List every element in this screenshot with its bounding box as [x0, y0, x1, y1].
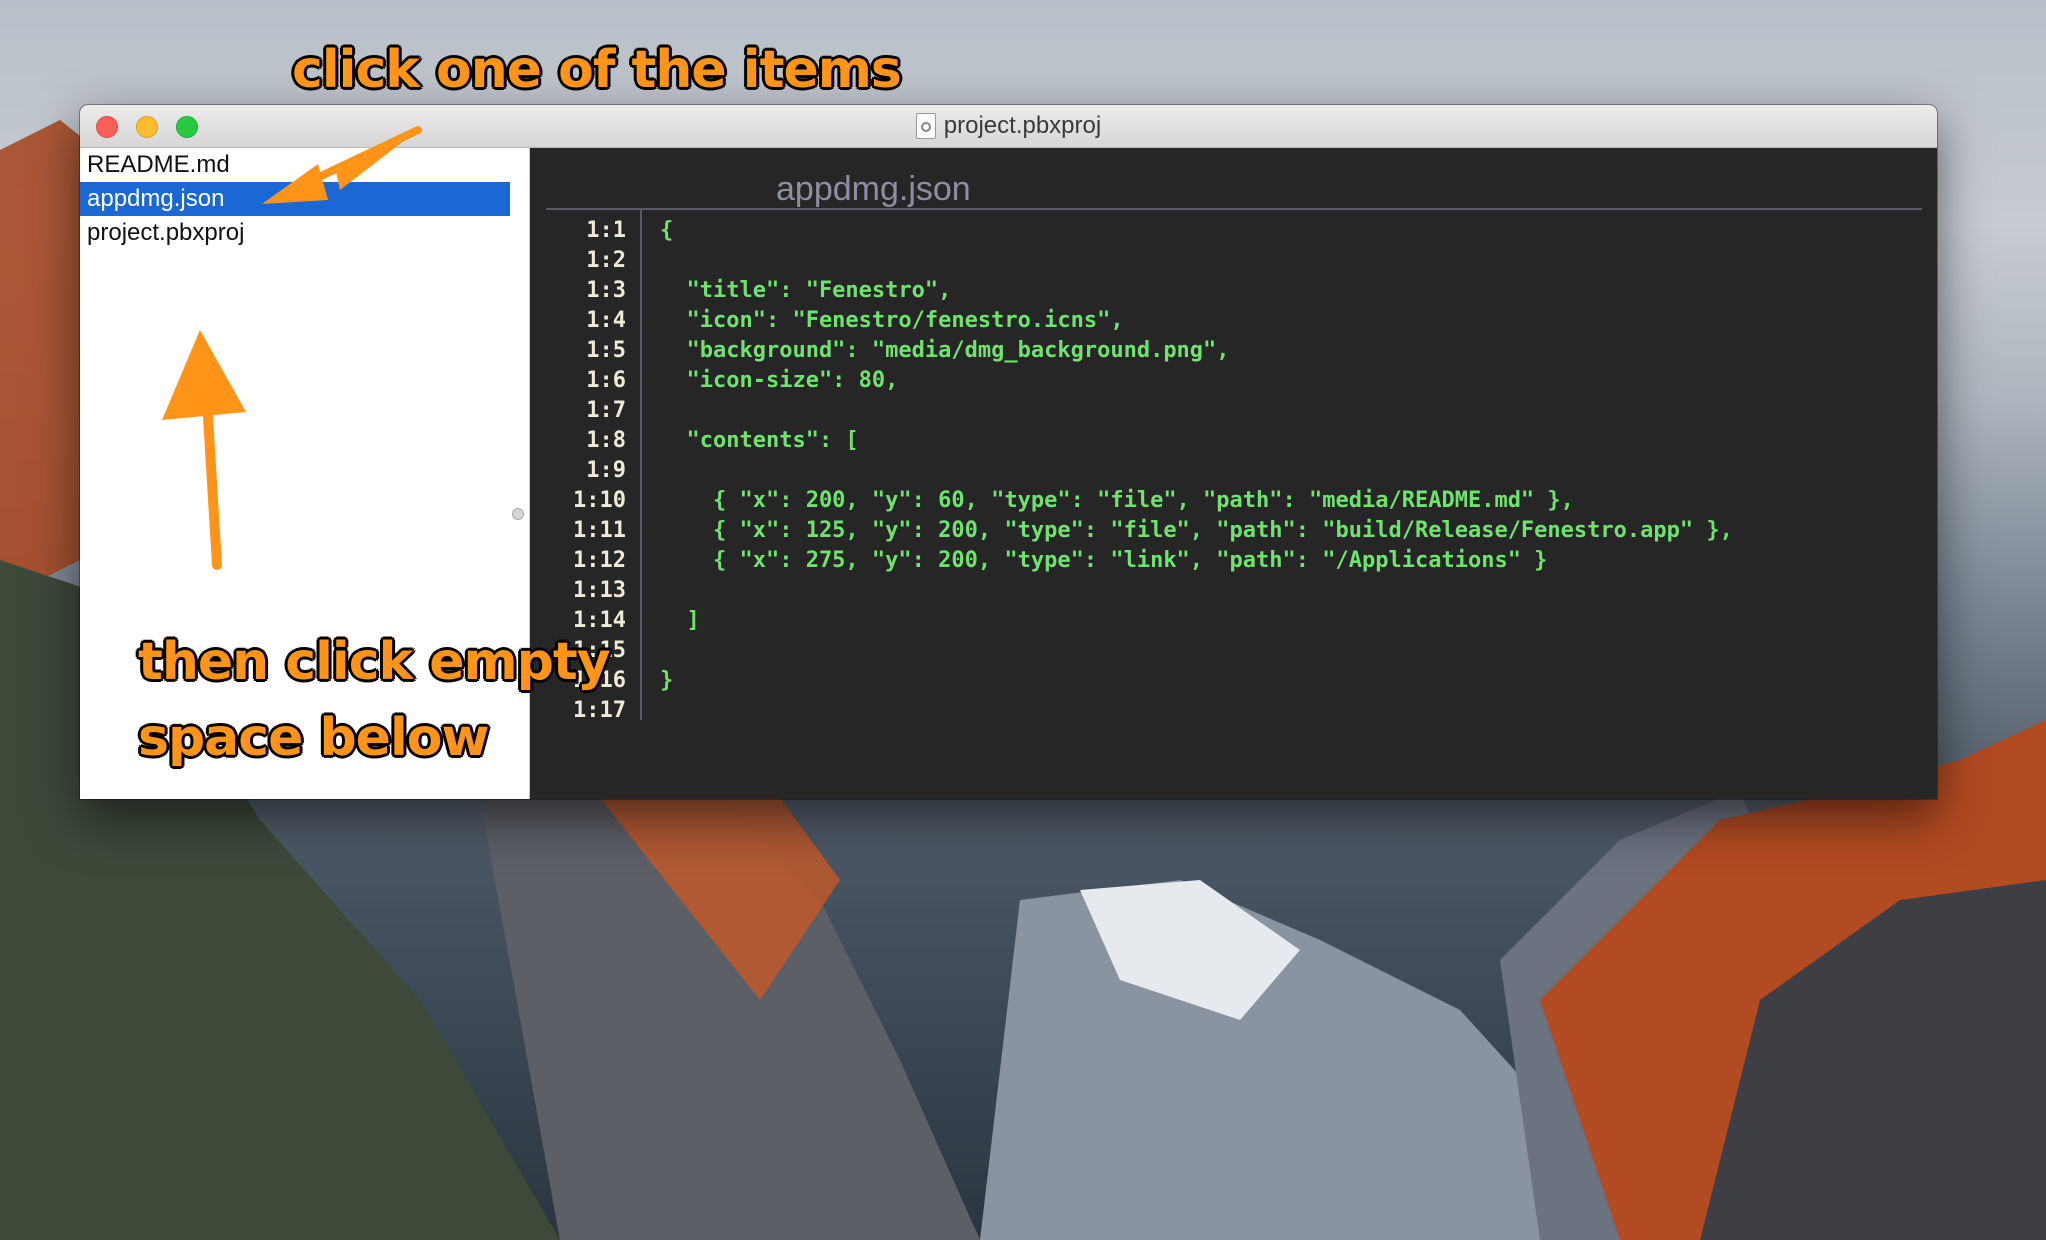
document-icon — [915, 113, 936, 139]
split-divider-handle[interactable] — [512, 508, 524, 520]
annotation-bottom-line2: space below — [138, 708, 490, 768]
line-number: 1:17 — [573, 698, 626, 723]
code-text: "background": "media/dmg_background.png"… — [660, 338, 1230, 363]
line-number: 1:6 — [586, 368, 626, 393]
title-bar: project.pbxproj — [80, 105, 1937, 148]
annotation-top: click one of the items — [292, 40, 902, 100]
line-number: 1:13 — [573, 578, 626, 603]
code-text: { "x": 200, "y": 60, "type": "file", "pa… — [660, 488, 1574, 513]
app-window: project.pbxproj README.md appdmg.json pr… — [80, 105, 1937, 799]
code-text: } — [660, 668, 674, 693]
line-number: 1:2 — [586, 248, 626, 273]
code-text: "contents": [ — [660, 428, 859, 453]
gutter-divider — [640, 210, 642, 720]
annotation-bottom-line1: then click empty — [138, 632, 611, 692]
line-number: 1:8 — [586, 428, 626, 453]
window-title: project.pbxproj — [943, 112, 1102, 139]
code-text: { "x": 275, "y": 200, "type": "link", "p… — [660, 548, 1548, 573]
code-text: "icon": "Fenestro/fenestro.icns", — [660, 308, 1124, 333]
code-text: "title": "Fenestro", — [660, 278, 952, 303]
line-number: 1:3 — [586, 278, 626, 303]
editor-filename: appdmg.json — [776, 170, 971, 208]
line-number: 1:4 — [586, 308, 626, 333]
line-number: 1:9 — [586, 458, 626, 483]
code-text: "icon-size": 80, — [660, 368, 899, 393]
title-group: project.pbxproj — [80, 105, 1937, 147]
line-number: 1:7 — [586, 398, 626, 423]
line-number: 1:11 — [573, 518, 626, 543]
line-number: 1:10 — [573, 488, 626, 513]
header-divider — [546, 208, 1922, 210]
line-number: 1:5 — [586, 338, 626, 363]
file-item-appdmg[interactable]: appdmg.json — [80, 182, 510, 216]
code-text: { "x": 125, "y": 200, "type": "file", "p… — [660, 518, 1733, 543]
file-item-readme[interactable]: README.md — [80, 148, 510, 182]
code-text: ] — [660, 608, 700, 633]
line-number: 1:12 — [573, 548, 626, 573]
code-text: { — [660, 218, 674, 243]
line-number: 1:1 — [586, 218, 626, 243]
code-editor[interactable]: appdmg.json 1:1 {1:2 1:3 "title": "Fenestr… — [530, 148, 1937, 799]
file-item-project[interactable]: project.pbxproj — [80, 216, 510, 250]
file-sidebar[interactable]: README.md appdmg.json project.pbxproj — [80, 148, 530, 799]
